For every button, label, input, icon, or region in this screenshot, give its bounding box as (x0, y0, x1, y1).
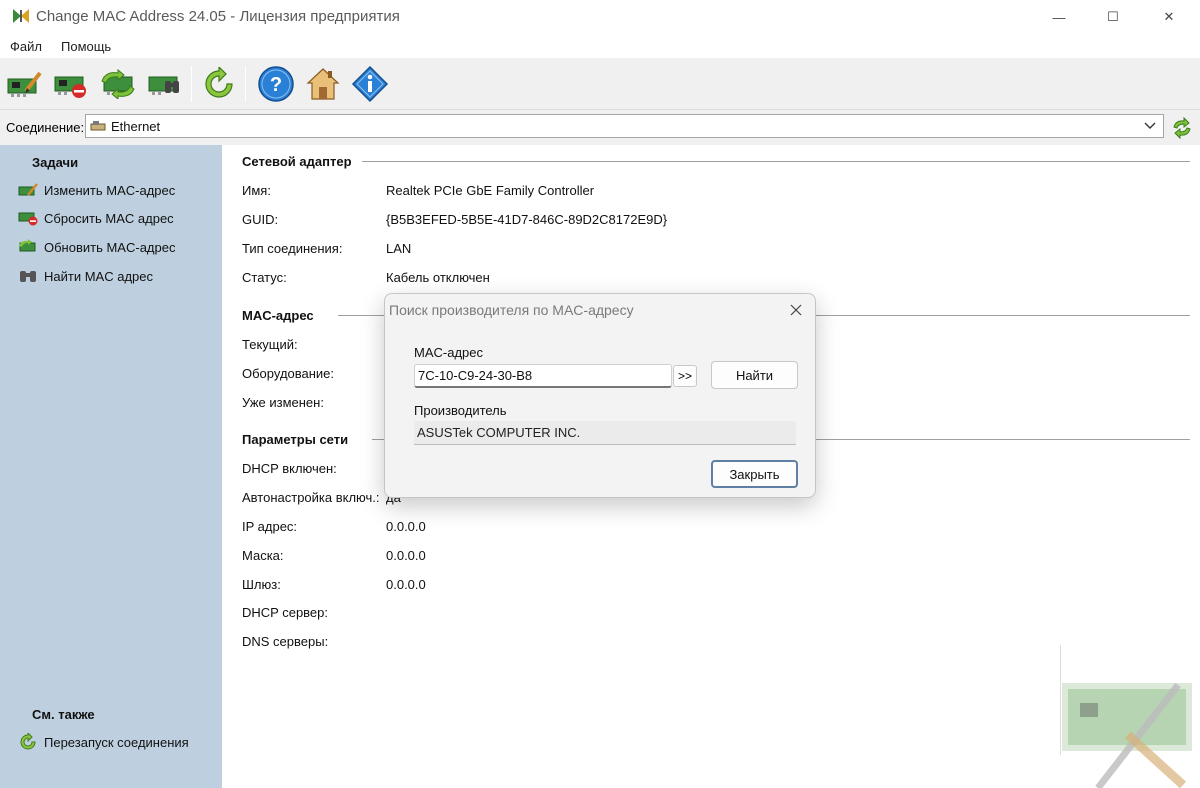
restart-connection-icon (205, 67, 233, 98)
reset-mac-icon (54, 76, 86, 98)
window-title: Change MAC Address 24.05 - Лицензия пред… (36, 8, 400, 25)
maximize-button[interactable]: ☐ (1084, 0, 1142, 34)
mac-address-label: MAC-адрес (414, 345, 483, 360)
subnet-mask-value: 0.0.0.0 (386, 548, 426, 563)
autoconfig-label: Автонастройка включ.: (242, 490, 380, 505)
vendor-value: ASUSTek COMPUTER INC. (414, 421, 796, 445)
close-window-button[interactable]: ✕ (1140, 0, 1198, 34)
connection-select[interactable]: Ethernet (85, 114, 1164, 138)
task-label: Найти MAC адрес (44, 268, 153, 284)
connection-type-label: Тип соединения: (242, 241, 343, 256)
toolbar-separator (245, 66, 246, 102)
task-restart-connection[interactable]: Перезапуск соединения (18, 732, 189, 752)
task-find-mac[interactable]: Найти MAC адрес (18, 266, 153, 286)
subnet-mask-label: Маска: (242, 548, 284, 563)
task-change-mac[interactable]: Изменить MAC-адрес (18, 180, 175, 200)
gateway-value: 0.0.0.0 (386, 577, 426, 592)
home-toolbar-button[interactable] (303, 64, 343, 104)
find-mac-toolbar-button[interactable] (145, 64, 185, 104)
tasks-panel: Задачи Изменить MAC-адрес Сбросить MAC а… (0, 145, 222, 788)
network-section-heading: Параметры сети (242, 432, 355, 447)
mac-history-button[interactable]: >> (673, 365, 697, 387)
svg-text:?: ? (270, 74, 282, 96)
update-mac-icon (18, 239, 38, 255)
tasks-heading: Задачи (32, 155, 79, 170)
restart-connection-toolbar-button[interactable] (199, 64, 239, 104)
status-value: Кабель отключен (386, 270, 490, 285)
task-update-mac[interactable]: Обновить MAC-адрес (18, 237, 175, 257)
change-mac-toolbar-button[interactable] (4, 64, 44, 104)
task-label: Сбросить MAC адрес (44, 210, 174, 226)
change-mac-icon (18, 182, 38, 198)
minimize-button[interactable]: — (1030, 0, 1088, 34)
help-toolbar-button[interactable]: ? (256, 64, 296, 104)
adapter-section-heading: Сетевой адаптер (242, 154, 358, 169)
hardware-mac-label: Оборудование: (242, 366, 335, 381)
find-mac-icon (148, 76, 179, 95)
ip-address-value: 0.0.0.0 (386, 519, 426, 534)
ip-address-label: IP адрес: (242, 519, 298, 534)
network-card-illustration (1060, 645, 1192, 788)
task-label: Изменить MAC-адрес (44, 182, 176, 198)
toolbar: ? (0, 58, 1200, 110)
section-divider (362, 161, 1190, 162)
mac-address-input[interactable] (414, 364, 672, 388)
reset-mac-icon (18, 210, 38, 226)
adapter-name-value: Realtek PCIe GbE Family Controller (386, 183, 595, 198)
find-button[interactable]: Найти (711, 361, 798, 389)
vendor-lookup-dialog: Поиск производителя по MAC-адресу MAC-ад… (384, 293, 816, 498)
help-icon: ? (258, 66, 294, 102)
close-icon (790, 304, 802, 316)
app-icon (13, 9, 29, 23)
menu-help[interactable]: Помощь (61, 39, 111, 54)
update-mac-toolbar-button[interactable] (98, 64, 138, 104)
see-also-heading: См. также (32, 707, 95, 722)
connection-label: Соединение: (6, 120, 85, 135)
adapter-guid-label: GUID: (242, 212, 279, 227)
binoculars-icon (18, 268, 38, 284)
dns-servers-label: DNS серверы: (242, 634, 329, 649)
title-bar: Change MAC Address 24.05 - Лицензия пред… (0, 0, 1200, 34)
connection-type-value: LAN (386, 241, 412, 256)
current-mac-label: Текущий: (242, 337, 298, 352)
menu-bar: Файл Помощь (0, 34, 1200, 58)
home-icon (306, 68, 340, 100)
status-label: Статус: (242, 270, 287, 285)
task-reset-mac[interactable]: Сбросить MAC адрес (18, 208, 174, 228)
dhcp-enabled-label: DHCP включен: (242, 461, 337, 476)
adapter-guid-value: {B5B3EFED-5B5E-41D7-846C-89D2C8172E9D} (386, 212, 668, 227)
reset-mac-toolbar-button[interactable] (51, 64, 91, 104)
adapter-name-label: Имя: (242, 183, 271, 198)
toolbar-separator (191, 66, 192, 102)
network-adapter-icon (90, 121, 106, 131)
about-icon (351, 65, 389, 103)
change-mac-icon (7, 71, 42, 97)
chevron-down-icon (1144, 122, 1156, 129)
dhcp-server-label: DHCP сервер: (242, 605, 329, 620)
connection-value: Ethernet (111, 119, 161, 134)
gateway-label: Шлюз: (242, 577, 281, 592)
already-changed-label: Уже изменен: (242, 395, 324, 410)
task-label: Обновить MAC-адрес (44, 239, 176, 255)
refresh-connections-icon[interactable] (1171, 117, 1193, 139)
connection-row: Соединение: Ethernet (0, 111, 1200, 143)
vendor-label: Производитель (414, 403, 507, 418)
about-toolbar-button[interactable] (350, 64, 390, 104)
restart-connection-icon (18, 733, 38, 750)
update-mac-icon (101, 69, 135, 99)
close-dialog-button[interactable]: Закрыть (711, 460, 798, 488)
mac-section-heading: MAC-адрес (242, 308, 320, 323)
task-label: Перезапуск соединения (44, 734, 189, 750)
menu-file[interactable]: Файл (10, 39, 42, 54)
dialog-close-button[interactable] (785, 300, 807, 320)
dialog-title: Поиск производителя по MAC-адресу (389, 302, 634, 318)
